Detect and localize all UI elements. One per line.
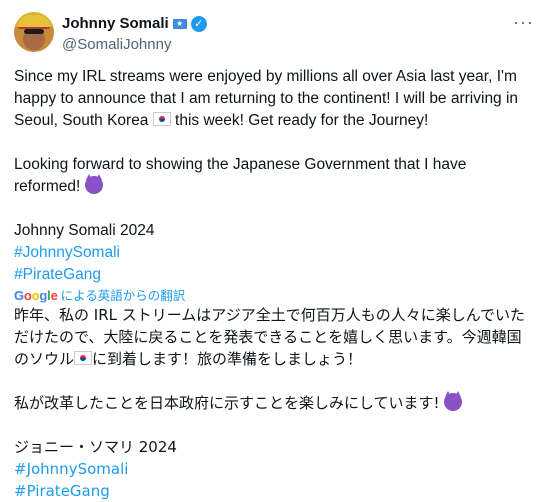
south-korea-flag-icon: [74, 351, 93, 365]
avatar-glasses: [24, 29, 44, 34]
google-logo: Google: [14, 288, 58, 303]
translated-signature: ジョニー・ソマリ 2024: [14, 438, 177, 456]
translation-label: による英語からの翻訳: [60, 289, 186, 303]
more-horizontal-icon[interactable]: ···: [513, 12, 534, 33]
translated-text: 昨年、私の IRL ストリームはアジア全土で何百万人もの人々に楽しんでいただけた…: [14, 304, 536, 502]
translation-attribution[interactable]: Google による英語からの翻訳: [14, 288, 536, 304]
translated-hashtag-pirategang[interactable]: #PirateGang: [14, 480, 536, 502]
south-korea-flag-icon: [152, 112, 171, 126]
tweet-paragraph-1: Since my IRL streams were enjoyed by mil…: [14, 66, 536, 132]
author-display-name[interactable]: Johnny Somali: [62, 15, 169, 32]
tweet-text: Looking forward to showing the Japanese …: [14, 156, 471, 195]
author-handle[interactable]: @SomaliJohnny: [62, 36, 171, 53]
verified-badge-icon[interactable]: ✓: [190, 15, 207, 32]
smiling-devil-emoji-icon: [84, 174, 103, 194]
tweet-signature: Johnny Somali 2024: [14, 222, 155, 239]
hashtag-pirategang[interactable]: #PirateGang: [14, 264, 536, 286]
smiling-devil-emoji-icon: [444, 391, 463, 411]
avatar-hat: [18, 15, 50, 29]
translated-text-segment: に到着します！旅の準備をしましょう！: [92, 350, 363, 368]
author-name-row: Johnny Somali ★ ✓: [62, 15, 207, 32]
translated-text-segment: 私が改革したことを日本政府に示すことを楽しみにしています!: [14, 394, 445, 412]
somalia-flag-icon: ★: [172, 18, 187, 29]
tweet-card: Johnny Somali ★ ✓ @SomaliJohnny ··· Sinc…: [0, 0, 550, 500]
avatar[interactable]: [14, 12, 54, 52]
translated-hashtag-johnnysomali[interactable]: #JohnnySomali: [14, 458, 536, 480]
translated-paragraph-2: 私が改革したことを日本政府に示すことを楽しみにしています!: [14, 391, 536, 414]
hashtag-johnnysomali[interactable]: #JohnnySomali: [14, 242, 536, 264]
translated-paragraph-1: 昨年、私の IRL ストリームはアジア全土で何百万人もの人々に楽しんでいただけた…: [14, 304, 536, 370]
tweet-text: this week! Get ready for the Journey!: [170, 112, 429, 129]
tweet-body: Since my IRL streams were enjoyed by mil…: [14, 66, 536, 502]
tweet-paragraph-2: Looking forward to showing the Japanese …: [14, 154, 536, 198]
